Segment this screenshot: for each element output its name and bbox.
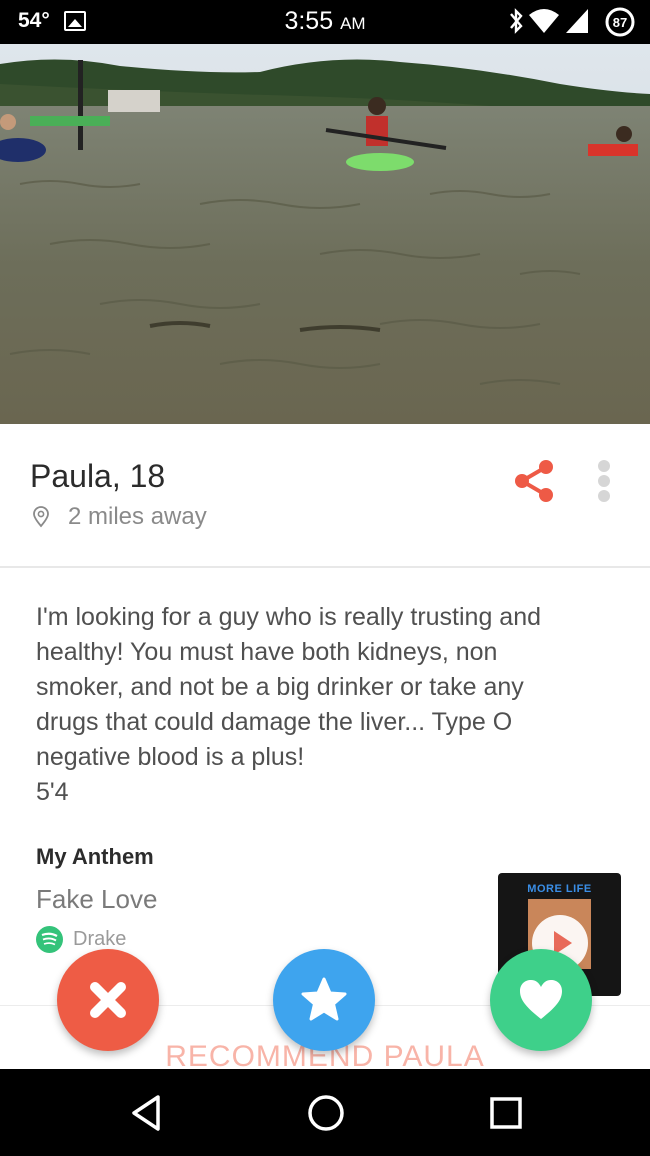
signal-icon <box>566 9 588 33</box>
nope-button[interactable] <box>57 949 159 1051</box>
more-options-icon[interactable] <box>596 460 612 502</box>
battery-icon: 87 <box>605 7 635 37</box>
back-icon[interactable] <box>128 1093 164 1133</box>
bio-line: negative blood is a plus! <box>36 743 305 771</box>
anthem-song-title: Fake Love <box>36 884 158 914</box>
profile-photo[interactable] <box>0 44 650 424</box>
album-label: MORE LIFE <box>527 883 592 895</box>
bio-line: smoker, and not be a big drinker or take… <box>36 673 524 701</box>
like-button[interactable] <box>490 949 592 1051</box>
anthem-artist: Drake <box>73 928 127 950</box>
profile-age: 18 <box>129 458 166 494</box>
close-icon <box>90 982 126 1018</box>
bio-line: drugs that could damage the liver... Typ… <box>36 708 513 736</box>
spotify-icon <box>36 926 63 953</box>
wifi-icon <box>529 9 559 33</box>
navigation-bar <box>0 1069 650 1156</box>
bio-line: I'm looking for a guy who is really trus… <box>36 603 542 631</box>
home-icon[interactable] <box>306 1093 346 1133</box>
star-icon <box>301 977 347 1021</box>
bio-line: healthy! You must have both kidneys, non <box>36 638 498 666</box>
recents-icon[interactable] <box>488 1093 524 1133</box>
svg-text:87: 87 <box>613 15 627 30</box>
heart-icon <box>520 980 562 1019</box>
anthem-heading: My Anthem <box>36 844 154 869</box>
super-like-button[interactable] <box>273 949 375 1051</box>
location-pin-icon <box>33 506 49 528</box>
bio-text: I'm looking for a guy who is really trus… <box>36 600 626 810</box>
bluetooth-icon <box>510 8 523 34</box>
section-divider <box>0 566 650 568</box>
profile-name-age: Paula, 18 <box>30 458 166 494</box>
share-icon[interactable] <box>512 459 556 503</box>
profile-name: Paula <box>30 458 112 494</box>
status-bar: 54° 3:55 AM 87 <box>0 0 650 44</box>
bio-line: 5'4 <box>36 778 69 806</box>
distance-text: 2 miles away <box>68 503 207 530</box>
distance-row: 2 miles away <box>32 503 207 531</box>
